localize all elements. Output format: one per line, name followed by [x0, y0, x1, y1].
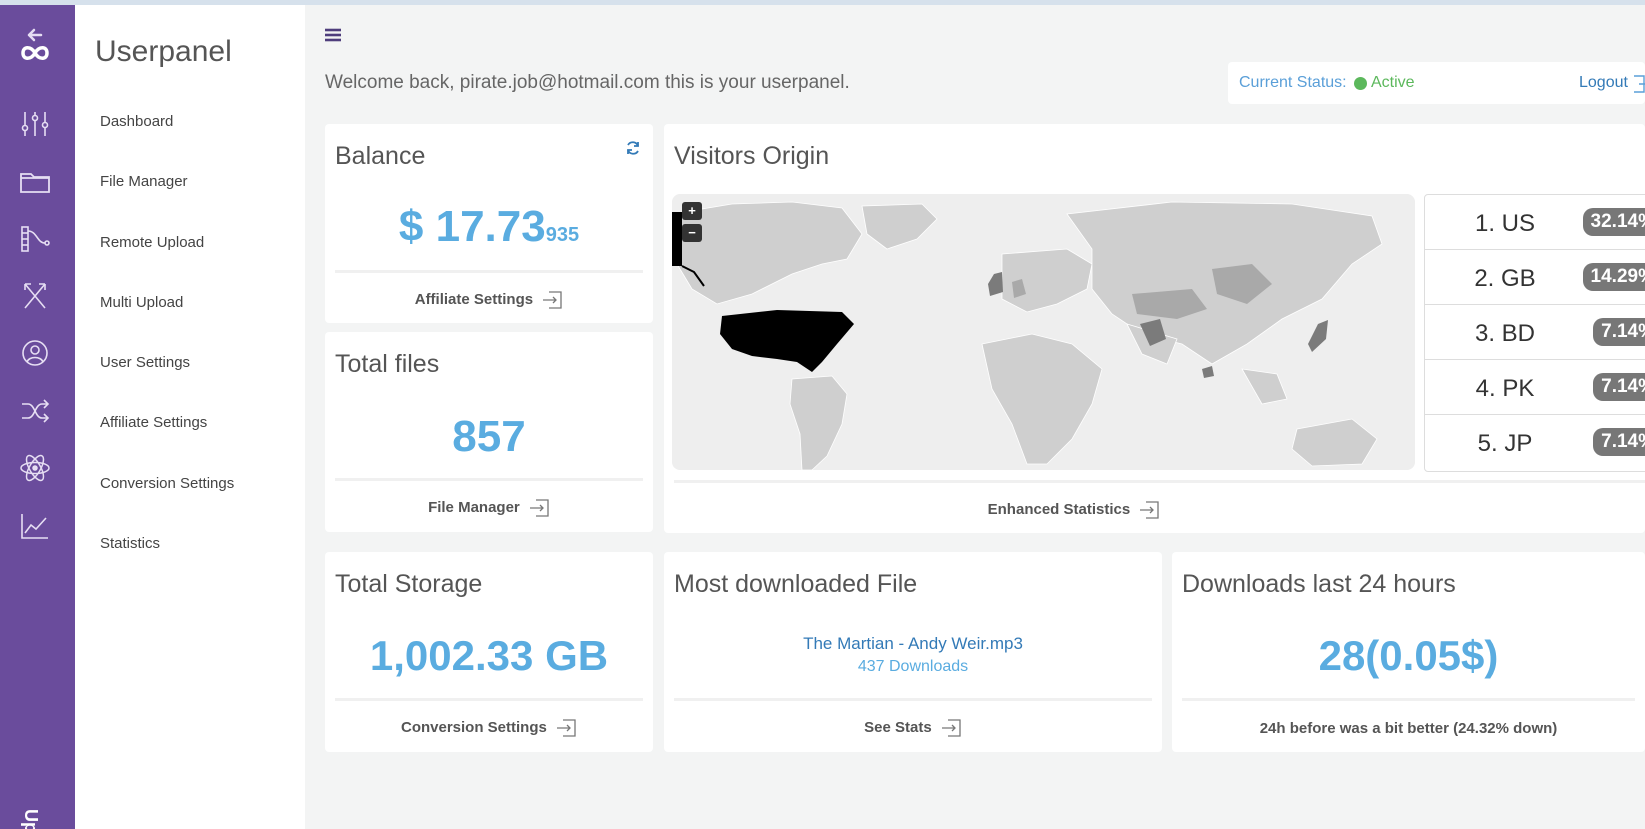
divider: [335, 698, 643, 701]
user-icon[interactable]: [17, 335, 53, 371]
logout-icon[interactable]: [1632, 74, 1645, 94]
downloads-24h-value: 28(0.05$): [1318, 632, 1499, 679]
most-downloaded-title: Most downloaded File: [674, 570, 918, 598]
country-row: 2. GB 14.29%: [1425, 250, 1645, 305]
country-percent-badge: 7.14%: [1593, 428, 1645, 456]
external-link-icon: [1138, 500, 1160, 520]
welcome-message: Welcome back, pirate.job@hotmail.com thi…: [325, 72, 850, 93]
external-link-icon: [541, 290, 563, 310]
sidebar-item-affiliate-settings[interactable]: Affiliate Settings: [100, 414, 234, 474]
world-map[interactable]: [672, 194, 1415, 470]
country-row: 4. PK 7.14%: [1425, 360, 1645, 415]
status-value: Active: [1371, 74, 1415, 91]
country-row: 1. US 32.14%: [1425, 195, 1645, 250]
conversion-settings-link[interactable]: Conversion Settings: [325, 718, 653, 738]
country-name: 2. GB: [1474, 265, 1536, 292]
sidebar-item-multi-upload[interactable]: Multi Upload: [100, 294, 234, 354]
folder-icon[interactable]: [17, 164, 53, 200]
total-storage-title: Total Storage: [335, 570, 483, 598]
conversion-settings-label: Conversion Settings: [400, 718, 547, 736]
visitors-origin-card: Visitors Origin + − 1. US 32.14 2. GB 14…: [664, 124, 1645, 533]
country-row: 3. BD 7.14%: [1425, 305, 1645, 360]
gb-region: [988, 272, 1003, 296]
affiliate-settings-label: Affiliate Settings: [414, 290, 534, 308]
most-downloaded-card: Most downloaded File The Martian - Andy …: [664, 552, 1162, 752]
total-files-card: Total files 857 File Manager: [325, 332, 653, 532]
sidebar-item-dashboard[interactable]: Dashboard: [100, 113, 234, 173]
downloads-24h-note: 24h before was a bit better (24.32% down…: [1259, 720, 1558, 737]
external-link-icon: [940, 718, 962, 738]
divider: [335, 270, 643, 273]
sidebar-item-file-manager[interactable]: File Manager: [100, 173, 234, 233]
country-percent-badge: 7.14%: [1593, 318, 1645, 346]
balance-main: 17.73: [435, 202, 546, 251]
jp-region: [1308, 320, 1328, 352]
infinity-logo-icon[interactable]: [17, 35, 53, 71]
sidebar-item-statistics[interactable]: Statistics: [100, 535, 234, 595]
sidebar-item-user-settings[interactable]: User Settings: [100, 354, 234, 414]
us-region: [720, 310, 854, 372]
top-countries-list: 1. US 32.14% 2. GB 14.29% 3. BD 7.14% 4.…: [1424, 194, 1645, 472]
affiliate-settings-link[interactable]: Affiliate Settings: [325, 290, 653, 310]
country-name: 3. BD: [1474, 320, 1536, 347]
map-zoom-in-button[interactable]: +: [682, 202, 702, 220]
external-link-icon: [528, 498, 550, 518]
downloads-24h-card: Downloads last 24 hours 28(0.05$) 24h be…: [1172, 552, 1645, 752]
divider: [335, 478, 643, 481]
balance-card: Balance $ 17.73935 Affiliate Settings: [325, 124, 653, 323]
sidebar-item-remote-upload[interactable]: Remote Upload: [100, 234, 234, 294]
total-files-title: Total files: [335, 350, 440, 378]
country-name: 1. US: [1474, 210, 1536, 237]
status-label: Current Status:: [1239, 74, 1347, 91]
shuffle-icon[interactable]: [17, 393, 53, 429]
divider: [674, 698, 1152, 701]
downloads-24h-title: Downloads last 24 hours: [1182, 570, 1456, 598]
refresh-icon[interactable]: [625, 140, 641, 156]
country-percent-badge: 7.14%: [1593, 373, 1645, 401]
country-name: 5. JP: [1477, 430, 1533, 457]
sidebar: Userpanel Dashboard File Manager Remote …: [75, 5, 305, 829]
enhanced-statistics-label: Enhanced Statistics: [987, 500, 1131, 518]
file-manager-label: File Manager: [428, 498, 520, 516]
status-bar: Current Status: Active Logout: [1228, 62, 1645, 104]
country-percent-badge: 14.29%: [1582, 263, 1645, 291]
divider: [674, 480, 1645, 483]
total-files-value: 857: [452, 412, 526, 461]
total-storage-card: Total Storage 1,002.33 GB Conversion Set…: [325, 552, 653, 752]
multi-upload-icon[interactable]: [17, 278, 53, 314]
logout-link[interactable]: Logout: [1579, 74, 1628, 92]
see-stats-label: See Stats: [864, 718, 932, 736]
balance-value: $ 17.73935: [325, 202, 653, 252]
balance-title: Balance: [335, 142, 426, 170]
enhanced-statistics-link[interactable]: Enhanced Statistics: [664, 500, 1484, 520]
atom-icon[interactable]: [17, 450, 53, 486]
divider: [1182, 698, 1635, 701]
status-dot-icon: [1354, 77, 1367, 90]
country-name: 4. PK: [1475, 375, 1535, 402]
file-manager-link[interactable]: File Manager: [325, 498, 653, 518]
country-row: 5. JP 7.14%: [1425, 415, 1645, 470]
sliders-icon[interactable]: [17, 106, 53, 142]
rail-brand-text: Upido: [20, 809, 41, 829]
remote-upload-icon[interactable]: [17, 221, 53, 257]
icon-rail: Upido: [0, 5, 75, 829]
balance-fraction: 935: [545, 224, 580, 246]
sidebar-nav: Dashboard File Manager Remote Upload Mul…: [100, 113, 234, 595]
hamburger-menu-icon[interactable]: [323, 25, 343, 45]
visitors-title: Visitors Origin: [674, 142, 830, 170]
sidebar-item-conversion-settings[interactable]: Conversion Settings: [100, 475, 234, 535]
most-downloaded-file-link[interactable]: The Martian - Andy Weir.mp3: [664, 634, 1162, 654]
most-downloaded-count: 437 Downloads: [857, 658, 969, 675]
chart-icon[interactable]: [17, 508, 53, 544]
bd-region: [1202, 366, 1214, 378]
balance-currency: $: [398, 202, 424, 251]
country-percent-badge: 32.14%: [1582, 208, 1645, 236]
external-link-icon: [555, 718, 577, 738]
see-stats-link[interactable]: See Stats: [664, 718, 1162, 738]
total-storage-value: 1,002.33 GB: [369, 632, 609, 679]
sidebar-brand: Userpanel: [95, 35, 232, 68]
map-zoom-out-button[interactable]: −: [682, 224, 702, 242]
